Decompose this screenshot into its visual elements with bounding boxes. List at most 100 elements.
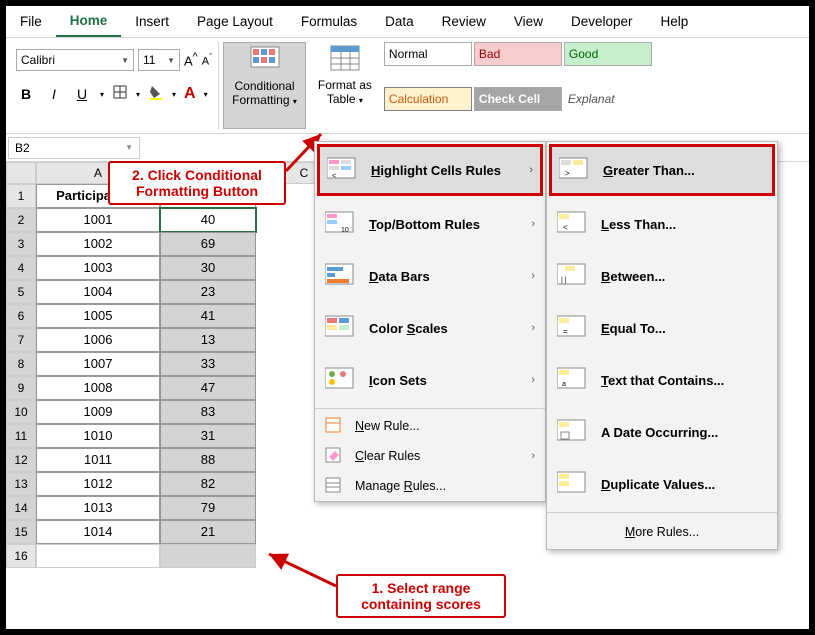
menu-less-than[interactable]: < Less Than... — [547, 198, 777, 250]
menu-clear-rules[interactable]: Clear Rules › — [315, 441, 545, 471]
font-group: Calibri▼ 11▼ A^ Aˇ B I U▾ ▾ ▾ A▾ — [10, 42, 219, 129]
menu-between[interactable]: | | Between... — [547, 250, 777, 302]
decrease-font-icon[interactable]: Aˇ — [202, 52, 212, 68]
cell-B6[interactable]: 41 — [160, 304, 256, 328]
cell-styles-gallery[interactable]: Normal Bad Good Calculation Check Cell E… — [384, 42, 664, 129]
cell-B15[interactable]: 21 — [160, 520, 256, 544]
row-header-8[interactable]: 8 — [6, 352, 36, 376]
row-header-3[interactable]: 3 — [6, 232, 36, 256]
row-header-12[interactable]: 12 — [6, 448, 36, 472]
svg-text:<: < — [563, 223, 568, 232]
row-header-6[interactable]: 6 — [6, 304, 36, 328]
menu-formulas[interactable]: Formulas — [287, 6, 371, 37]
callout-step-1: 1. Select range containing scores — [336, 574, 506, 618]
fill-button[interactable] — [148, 84, 164, 105]
underline-button[interactable]: U — [72, 86, 92, 102]
bold-button[interactable]: B — [16, 86, 36, 102]
format-as-table-button[interactable]: Format asTable ▾ — [310, 42, 380, 129]
cell-B3[interactable]: 69 — [160, 232, 256, 256]
menu-equal-to[interactable]: = Equal To... — [547, 302, 777, 354]
menu-data-bars[interactable]: Data Bars › — [315, 250, 545, 302]
cell-B14[interactable]: 79 — [160, 496, 256, 520]
cell-A10[interactable]: 1009 — [36, 400, 160, 424]
font-size-combo[interactable]: 11▼ — [138, 49, 180, 71]
font-name-combo[interactable]: Calibri▼ — [16, 49, 134, 71]
menu-home[interactable]: Home — [56, 6, 122, 37]
menu-insert[interactable]: Insert — [121, 6, 183, 37]
menu-view[interactable]: View — [500, 6, 557, 37]
name-box[interactable]: B2▼ — [8, 137, 140, 159]
cell-A14[interactable]: 1013 — [36, 496, 160, 520]
cell-A4[interactable]: 1003 — [36, 256, 160, 280]
cell-B11[interactable]: 31 — [160, 424, 256, 448]
border-button[interactable] — [112, 84, 128, 105]
menu-new-rule[interactable]: New Rule... — [315, 411, 545, 441]
menu-file[interactable]: File — [6, 6, 56, 37]
style-normal[interactable]: Normal — [384, 42, 472, 66]
row-header-15[interactable]: 15 — [6, 520, 36, 544]
clear-rules-icon — [325, 447, 343, 465]
fmt-table-label: Format asTable — [318, 78, 372, 106]
cell-B12[interactable]: 88 — [160, 448, 256, 472]
menu-help[interactable]: Help — [647, 6, 703, 37]
cell-B16[interactable] — [160, 544, 256, 568]
menu-top-bottom-rules[interactable]: 10 Top/Bottom Rules › — [315, 198, 545, 250]
row-header-5[interactable]: 5 — [6, 280, 36, 304]
font-color-button[interactable]: A — [184, 85, 196, 103]
cell-A15[interactable]: 1014 — [36, 520, 160, 544]
row-header-10[interactable]: 10 — [6, 400, 36, 424]
cell-A6[interactable]: 1005 — [36, 304, 160, 328]
cell-B2[interactable]: 40 — [160, 208, 256, 232]
cell-A11[interactable]: 1010 — [36, 424, 160, 448]
cell-A16[interactable] — [36, 544, 160, 568]
menu-developer[interactable]: Developer — [557, 6, 647, 37]
select-all-corner[interactable] — [6, 162, 36, 184]
row-header-16[interactable]: 16 — [6, 544, 36, 568]
cell-A9[interactable]: 1008 — [36, 376, 160, 400]
cell-B7[interactable]: 13 — [160, 328, 256, 352]
menu-more-rules[interactable]: More Rules... — [547, 515, 777, 549]
cell-A5[interactable]: 1004 — [36, 280, 160, 304]
menu-duplicate-values[interactable]: Duplicate Values... — [547, 458, 777, 510]
menu-icon-sets[interactable]: Icon Sets › — [315, 354, 545, 406]
cell-A2[interactable]: 1001 — [36, 208, 160, 232]
menu-greater-than[interactable]: > Greater Than... — [549, 144, 775, 196]
menu-data[interactable]: Data — [371, 6, 428, 37]
style-check-cell[interactable]: Check Cell — [474, 87, 562, 111]
row-header-13[interactable]: 13 — [6, 472, 36, 496]
conditional-formatting-button[interactable]: ConditionalFormatting ▾ — [223, 42, 306, 129]
style-bad[interactable]: Bad — [474, 42, 562, 66]
cell-A13[interactable]: 1012 — [36, 472, 160, 496]
cell-B4[interactable]: 30 — [160, 256, 256, 280]
row-header-14[interactable]: 14 — [6, 496, 36, 520]
style-calculation[interactable]: Calculation — [384, 87, 472, 111]
cell-B13[interactable]: 82 — [160, 472, 256, 496]
cell-B8[interactable]: 33 — [160, 352, 256, 376]
cell-A7[interactable]: 1006 — [36, 328, 160, 352]
cell-B9[interactable]: 47 — [160, 376, 256, 400]
style-good[interactable]: Good — [564, 42, 652, 66]
menu-manage-rules[interactable]: Manage Rules... — [315, 471, 545, 501]
italic-button[interactable]: I — [44, 86, 64, 102]
row-header-4[interactable]: 4 — [6, 256, 36, 280]
menu-highlight-cells-rules[interactable]: < Highlight Cells Rules › — [317, 144, 543, 196]
cell-B5[interactable]: 23 — [160, 280, 256, 304]
cell-A12[interactable]: 1011 — [36, 448, 160, 472]
menu-review[interactable]: Review — [428, 6, 500, 37]
row-header-11[interactable]: 11 — [6, 424, 36, 448]
cell-A8[interactable]: 1007 — [36, 352, 160, 376]
menu-color-scales[interactable]: Color Scales › — [315, 302, 545, 354]
increase-font-icon[interactable]: A^ — [184, 51, 198, 68]
style-explanatory[interactable]: Explanat — [564, 87, 652, 111]
row-header-9[interactable]: 9 — [6, 376, 36, 400]
cell-A3[interactable]: 1002 — [36, 232, 160, 256]
row-header-1[interactable]: 1 — [6, 184, 36, 208]
menu-page-layout[interactable]: Page Layout — [183, 6, 287, 37]
menu-date-occurring[interactable]: A Date Occurring... — [547, 406, 777, 458]
row-header-2[interactable]: 2 — [6, 208, 36, 232]
icon-sets-icon — [325, 366, 357, 394]
cell-B10[interactable]: 83 — [160, 400, 256, 424]
menu-text-contains[interactable]: a Text that Contains... — [547, 354, 777, 406]
between-icon: | | — [557, 262, 589, 290]
row-header-7[interactable]: 7 — [6, 328, 36, 352]
